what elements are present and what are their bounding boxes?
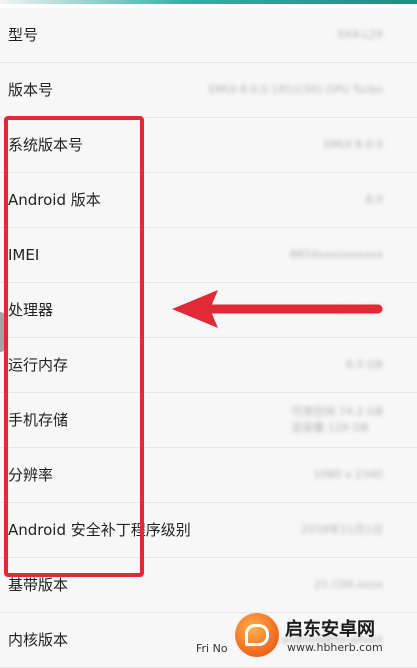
watermark-logo-icon (235, 613, 279, 657)
system-version-value: EMUI 8.0.0 (323, 138, 383, 151)
ram-value: 6.0 GB (345, 358, 383, 371)
build-number-label: 版本号 (8, 81, 54, 99)
bottom-fragment-text: Fri No (196, 642, 228, 655)
model-value: XXX-L29 (336, 28, 383, 41)
imei-value: 8654xxxxxxxxxx (289, 248, 383, 261)
baseband-value: 21.C00.xxxx (314, 578, 383, 591)
watermark: 启东安卓网 www.hbherb.com (235, 611, 411, 661)
android-version-value: 8.0 (365, 193, 384, 206)
row-build-number[interactable]: 版本号 EMUI 8.0.0.181(C00) GPU Turbo (0, 63, 417, 118)
storage-value: 可用空间 74.2 GB 总容量 128 GB (291, 404, 383, 436)
status-accent-bar (0, 0, 417, 8)
storage-total: 总容量 128 GB (291, 421, 369, 434)
watermark-brand: 启东安卓网 (285, 619, 375, 640)
kernel-label: 内核版本 (8, 631, 69, 649)
security-patch-value: 2018年11月1日 (301, 523, 383, 536)
build-number-value: EMUI 8.0.0.181(C00) GPU Turbo (208, 83, 383, 96)
model-label: 型号 (8, 26, 39, 44)
accent-strip (0, 0, 417, 4)
resolution-value: 1080 x 2340 (313, 468, 384, 481)
storage-available: 可用空间 74.2 GB (291, 405, 383, 418)
watermark-site: www.hbherb.com (287, 641, 383, 654)
annotation-highlight-box (4, 116, 144, 577)
annotation-arrow-icon (172, 290, 383, 328)
row-model[interactable]: 型号 XXX-L29 (0, 8, 417, 63)
